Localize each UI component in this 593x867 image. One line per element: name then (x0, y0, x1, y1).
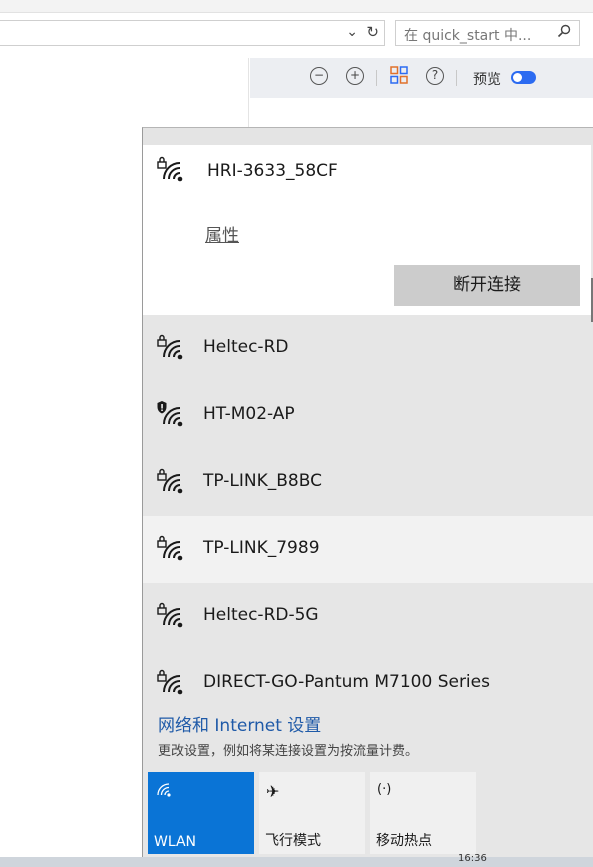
tile-label: 飞行模式 (265, 833, 321, 849)
network-name: DIRECT-GO-Pantum M7100 Series (203, 672, 490, 692)
quick-action-wlan[interactable]: WLAN (148, 772, 254, 854)
network-name: HT-M02-AP (203, 404, 295, 424)
search-icon[interactable] (557, 24, 571, 42)
preview-toggle[interactable] (511, 71, 536, 84)
viewer-toolbar: − + ? 预览 (250, 58, 593, 98)
help-icon[interactable]: ? (426, 67, 444, 85)
network-settings-description: 更改设置，例如将某连接设置为按流量计费。 (158, 744, 419, 759)
toolbar-separator (456, 70, 457, 86)
wifi-icon (155, 782, 173, 802)
quick-action-mobile-hotspot[interactable]: (·) 移动热点 (370, 772, 476, 854)
search-box[interactable]: 在 quick_start 中... (395, 20, 580, 46)
toggle-knob (513, 73, 522, 82)
airplane-icon: ✈ (266, 782, 280, 801)
pane-divider (248, 58, 249, 130)
preview-label: 预览 (473, 72, 501, 88)
disconnect-button[interactable]: 断开连接 (394, 265, 580, 306)
address-bar[interactable]: ⌄ ↻ (0, 20, 385, 46)
search-placeholder: 在 quick_start 中... (404, 28, 532, 44)
toolbar-separator (376, 70, 377, 86)
network-item-ht-m02-ap[interactable]: HT-M02-AP (143, 382, 593, 449)
window-title-strip (0, 0, 593, 13)
tile-label: WLAN (154, 834, 197, 850)
wifi-shield-icon (157, 401, 184, 428)
network-name: Heltec-RD-5G (203, 605, 319, 625)
properties-link[interactable]: 属性 (205, 221, 239, 246)
network-name: TP-LINK_B8BC (203, 471, 322, 491)
quick-action-airplane-mode[interactable]: ✈ 飞行模式 (259, 772, 365, 854)
wifi-lock-icon (157, 156, 184, 183)
taskbar: 16:36 (0, 853, 593, 867)
hotspot-icon: (·) (377, 782, 392, 797)
zoom-in-icon[interactable]: + (346, 67, 364, 85)
network-item-tp-link-7989[interactable]: TP-LINK_7989 (143, 516, 593, 583)
network-name: Heltec-RD (203, 337, 289, 357)
network-item-heltec-rd[interactable]: Heltec-RD (143, 315, 593, 382)
wifi-lock-icon (157, 669, 184, 696)
zoom-out-icon[interactable]: − (310, 67, 328, 85)
wifi-lock-icon (157, 602, 184, 629)
network-settings-link[interactable]: 网络和 Internet 设置 (158, 711, 321, 736)
network-name: TP-LINK_7989 (203, 538, 320, 558)
wifi-lock-icon (157, 468, 184, 495)
flyout-header (143, 128, 593, 145)
chevron-down-icon[interactable]: ⌄ (346, 24, 358, 40)
taskbar-clock[interactable]: 16:36 (458, 853, 487, 864)
grid-view-icon[interactable] (388, 66, 410, 88)
network-item-direct-pantum[interactable]: DIRECT-GO-Pantum M7100 Series (143, 650, 593, 717)
wifi-flyout: HRI-3633_58CF 属性 断开连接 Heltec-RD HT-M02-A… (142, 127, 593, 867)
connected-network-panel[interactable]: HRI-3633_58CF 属性 断开连接 (143, 145, 591, 315)
network-item-heltec-rd-5g[interactable]: Heltec-RD-5G (143, 583, 593, 650)
wifi-lock-icon (157, 535, 184, 562)
wifi-lock-icon (157, 334, 184, 361)
refresh-icon[interactable]: ↻ (366, 23, 379, 41)
tile-label: 移动热点 (376, 833, 432, 849)
network-item-tp-link-b8bc[interactable]: TP-LINK_B8BC (143, 449, 593, 516)
connected-network-name: HRI-3633_58CF (207, 161, 338, 181)
